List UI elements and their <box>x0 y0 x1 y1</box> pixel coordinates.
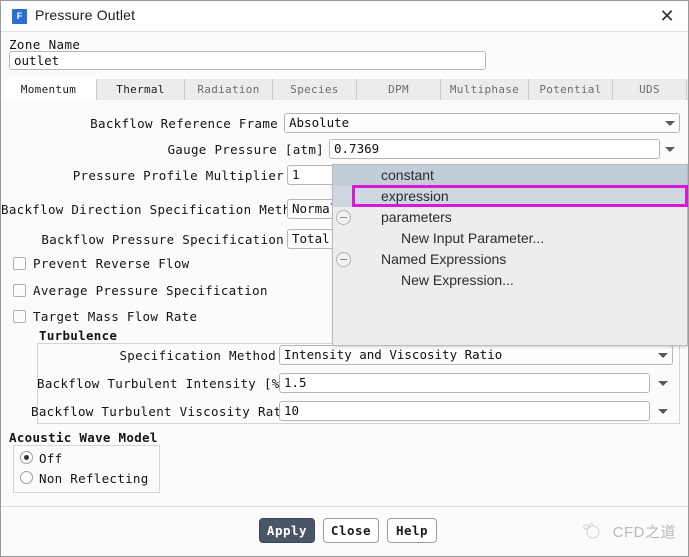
dropdown-item-new-input-parameter[interactable]: New Input Parameter... <box>333 228 687 249</box>
cfd-watermark-text: CFD之道 <box>613 521 676 542</box>
tab-bar: Momentum Thermal Radiation Species DPM M… <box>1 79 688 100</box>
target-mass-flow-rate-checkbox[interactable] <box>13 310 26 323</box>
tab-multiphase[interactable]: Multiphase <box>441 79 529 100</box>
backflow-turbulent-viscosity-ratio-input[interactable]: 10 <box>279 401 650 421</box>
dropdown-item-named-expressions-label: Named Expressions <box>381 249 506 270</box>
turbulence-specification-method-combo[interactable]: Intensity and Viscosity Ratio <box>279 345 673 365</box>
zone-name-input[interactable]: outlet <box>9 51 486 70</box>
backflow-turbulent-intensity-chevron-down-icon[interactable] <box>658 381 668 386</box>
tab-radiation[interactable]: Radiation <box>185 79 273 100</box>
backflow-reference-frame-chevron-down-icon[interactable] <box>665 121 675 126</box>
backflow-pressure-spec-label: Backflow Pressure Specification <box>1 229 284 250</box>
prevent-reverse-flow-label: Prevent Reverse Flow <box>33 255 190 272</box>
acoustic-wave-model-title: Acoustic Wave Model <box>9 430 158 445</box>
zone-name-label: Zone Name <box>9 37 80 52</box>
tab-dpm[interactable]: DPM <box>357 79 441 100</box>
tab-species[interactable]: Species <box>273 79 357 100</box>
dropdown-item-expression-label: expression <box>381 186 449 207</box>
acoustic-non-reflecting-label: Non Reflecting <box>39 472 149 485</box>
backflow-turbulent-viscosity-ratio-label: Backflow Turbulent Viscosity Ratio <box>31 401 276 422</box>
close-icon[interactable]: ✕ <box>656 6 678 28</box>
backflow-direction-method-label: Backflow Direction Specification Method <box>1 199 284 220</box>
acoustic-off-label: Off <box>39 452 62 465</box>
gauge-pressure-input[interactable]: 0.7369 <box>329 139 660 159</box>
fluent-app-icon: F <box>12 9 27 24</box>
backflow-reference-frame-combo[interactable]: Absolute <box>284 113 680 133</box>
turbulence-specification-method-label: Specification Method <box>37 345 276 366</box>
backflow-turbulent-intensity-label: Backflow Turbulent Intensity [%] <box>37 373 276 394</box>
cfd-watermark-logo-icon <box>582 522 602 540</box>
backflow-turbulent-viscosity-ratio-chevron-down-icon[interactable] <box>658 409 668 414</box>
named-expressions-collapse-icon[interactable] <box>336 252 351 267</box>
title-bar: F Pressure Outlet ✕ <box>1 1 688 32</box>
tab-potential[interactable]: Potential <box>529 79 613 100</box>
tab-thermal[interactable]: Thermal <box>97 79 185 100</box>
gauge-pressure-label: Gauge Pressure [atm] <box>1 139 324 160</box>
dropdown-item-named-expressions[interactable]: Named Expressions <box>333 249 687 270</box>
dropdown-item-constant[interactable]: constant <box>333 165 687 186</box>
dropdown-item-parameters[interactable]: parameters <box>333 207 687 228</box>
prevent-reverse-flow-checkbox[interactable] <box>13 257 26 270</box>
turbulence-group-title: Turbulence <box>39 328 117 343</box>
tab-uds[interactable]: UDS <box>613 79 687 100</box>
apply-button[interactable]: Apply <box>259 518 315 543</box>
gauge-pressure-dropdown-popup[interactable]: constant expression parameters New Input… <box>332 164 688 346</box>
tab-momentum[interactable]: Momentum <box>1 79 97 101</box>
turbulence-specification-method-chevron-down-icon[interactable] <box>658 353 668 358</box>
dropdown-item-expression[interactable]: expression <box>333 186 687 207</box>
pressure-profile-multiplier-label: Pressure Profile Multiplier <box>1 165 284 186</box>
backflow-turbulent-intensity-input[interactable]: 1.5 <box>279 373 650 393</box>
target-mass-flow-rate-label: Target Mass Flow Rate <box>33 308 197 325</box>
help-button[interactable]: Help <box>387 518 437 543</box>
dialog-footer: Apply Close Help CFD之道 <box>1 506 688 556</box>
average-pressure-specification-label: Average Pressure Specification <box>33 282 268 299</box>
close-button[interactable]: Close <box>323 518 379 543</box>
backflow-reference-frame-label: Backflow Reference Frame <box>1 113 278 134</box>
dropdown-item-new-expression-label: New Expression... <box>401 270 514 291</box>
window-title: Pressure Outlet <box>35 7 135 23</box>
dropdown-item-constant-label: constant <box>381 165 434 186</box>
dropdown-item-new-input-parameter-label: New Input Parameter... <box>401 228 544 249</box>
acoustic-off-radio[interactable] <box>20 451 33 464</box>
pressure-outlet-dialog: F Pressure Outlet ✕ Zone Name outlet Mom… <box>0 0 689 557</box>
gauge-pressure-chevron-down-icon[interactable] <box>665 147 675 152</box>
dropdown-item-new-expression[interactable]: New Expression... <box>333 270 687 291</box>
average-pressure-specification-checkbox[interactable] <box>13 284 26 297</box>
acoustic-non-reflecting-radio[interactable] <box>20 471 33 484</box>
parameters-collapse-icon[interactable] <box>336 210 351 225</box>
dropdown-item-parameters-label: parameters <box>381 207 452 228</box>
